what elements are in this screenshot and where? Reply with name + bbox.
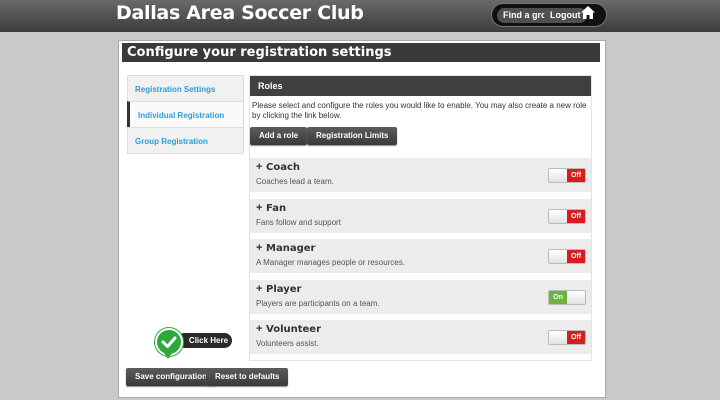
roles-section: Roles Please select and configure the ro… — [249, 75, 592, 361]
role-toggle-coach[interactable]: Off — [548, 168, 586, 183]
role-description: A Manager manages people or resources. — [256, 258, 405, 267]
save-configuration-button[interactable]: Save configuration — [126, 368, 217, 386]
add-role-button[interactable]: Add a role — [250, 127, 308, 145]
click-here-callout[interactable]: Click Here — [155, 328, 233, 359]
roles-description: Please select and configure the roles yo… — [252, 101, 587, 120]
role-description: Volunteers assist. — [256, 339, 319, 348]
role-name: Player — [266, 284, 302, 295]
expand-icon[interactable]: + — [256, 242, 262, 254]
role-toggle-manager[interactable]: Off — [548, 249, 586, 264]
role-name: Coach — [266, 162, 301, 173]
toggle-state: Off — [567, 210, 585, 223]
role-description: Coaches lead a team. — [256, 177, 334, 186]
toggle-knob — [549, 210, 567, 223]
sidebar-item-individual-registration[interactable]: Individual Registration — [127, 101, 244, 128]
sidebar: Registration Settings Individual Registr… — [127, 75, 244, 154]
toggle-knob — [549, 169, 567, 182]
toggle-state: Off — [567, 331, 585, 344]
expand-icon[interactable]: + — [256, 283, 262, 295]
role-description: Players are participants on a team. — [256, 299, 380, 308]
home-icon[interactable] — [580, 5, 596, 20]
role-row-volunteer: + Volunteer Volunteers assist. Off — [250, 320, 591, 354]
expand-icon[interactable]: + — [256, 323, 262, 335]
toggle-knob — [567, 291, 585, 304]
expand-icon[interactable]: + — [256, 161, 262, 173]
reset-defaults-button[interactable]: Reset to defaults — [206, 368, 289, 386]
callout-pointer — [164, 353, 172, 359]
role-row-coach: + Coach Coaches lead a team. Off — [250, 158, 591, 192]
registration-limits-button[interactable]: Registration Limits — [307, 127, 398, 145]
page-title: Configure your registration settings — [122, 43, 600, 62]
expand-icon[interactable]: + — [256, 202, 262, 214]
toggle-state: On — [549, 291, 567, 304]
role-toggle-fan[interactable]: Off — [548, 209, 586, 224]
role-toggle-player[interactable]: On — [548, 290, 586, 305]
sidebar-item-registration-settings[interactable]: Registration Settings — [127, 75, 244, 102]
club-title: Dallas Area Soccer Club — [116, 2, 364, 24]
role-name: Fan — [266, 203, 287, 214]
role-name: Volunteer — [266, 324, 322, 335]
toggle-knob — [549, 250, 567, 263]
role-row-fan: + Fan Fans follow and support Off — [250, 199, 591, 233]
click-here-label[interactable]: Click Here — [177, 333, 232, 348]
check-icon — [155, 328, 183, 356]
toggle-state: Off — [567, 250, 585, 263]
role-name: Manager — [266, 243, 316, 254]
roles-header: Roles — [250, 76, 591, 96]
role-description: Fans follow and support — [256, 218, 341, 227]
toggle-state: Off — [567, 169, 585, 182]
toggle-knob — [549, 331, 567, 344]
top-bar: Dallas Area Soccer Club Find a group Log… — [0, 0, 720, 32]
role-toggle-volunteer[interactable]: Off — [548, 330, 586, 345]
role-row-player: + Player Players are participants on a t… — [250, 280, 591, 314]
role-row-manager: + Manager A Manager manages people or re… — [250, 239, 591, 273]
sidebar-item-group-registration[interactable]: Group Registration — [127, 127, 244, 154]
